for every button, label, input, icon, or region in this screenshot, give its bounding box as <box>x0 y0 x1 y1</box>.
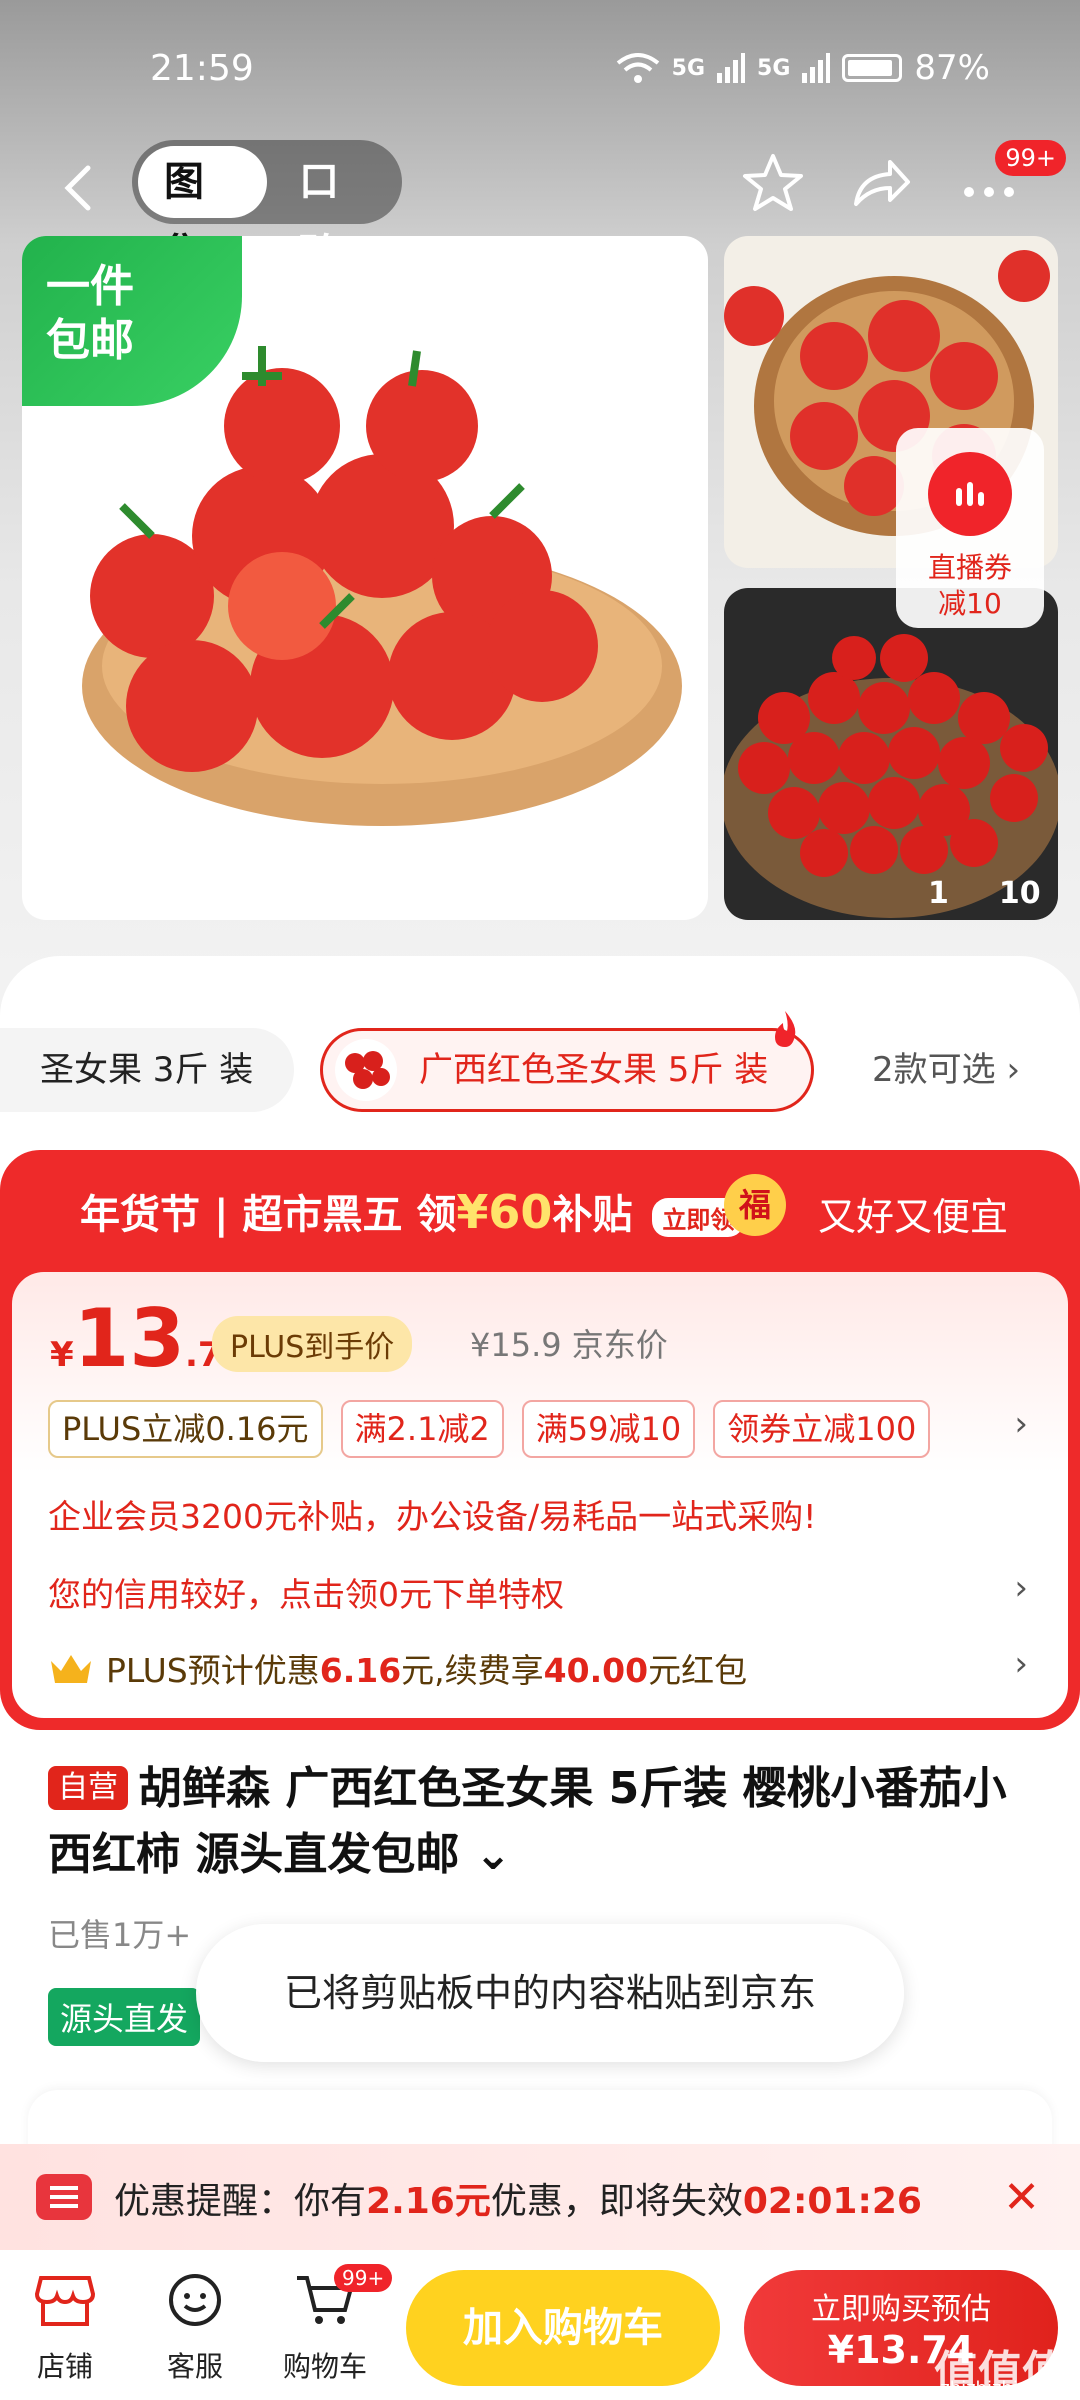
plus-note-suffix: 元红包 <box>648 1651 748 1690</box>
cart-label: 购物车 <box>282 2350 367 2383</box>
view-switch: 图集 口碑 <box>132 140 402 277</box>
customer-service-icon <box>169 2274 221 2326</box>
plus-price-tag: PLUS到手价 <box>212 1316 413 1372</box>
enterprise-note[interactable]: 企业会员3200元补贴，办公设备/易耗品一站式采购! <box>48 1490 816 1538</box>
free-shipping-line2: 包邮 <box>46 315 134 366</box>
promo-title: 年货节 | 超市黑五 领¥60补贴 立即领 <box>80 1182 745 1240</box>
reminder-middle: 优惠，即将失效 <box>490 2181 743 2222</box>
self-operated-badge: 自营 <box>48 1766 128 1810</box>
coupon-tag[interactable]: PLUS立减0.16元 <box>48 1400 323 1458</box>
signal-2-label: 5G <box>757 55 791 81</box>
status-bar: 21:59 5G 5G 87% <box>0 0 1080 140</box>
reminder-countdown: 02:01:26 <box>742 2181 922 2222</box>
plus-note-amount1: 6.16 <box>319 1651 402 1690</box>
chevron-right-icon[interactable]: › <box>1014 1404 1028 1444</box>
sold-count: 已售1万+ <box>48 1916 192 1954</box>
bottom-action-bar: 店铺 客服 99+ 购物车 加入购物车 立即购买预估 ¥13.74 <box>0 2250 1080 2400</box>
plus-note-amount2: 40.00 <box>543 1651 649 1690</box>
promo-slogan: 又好又便宜 <box>817 1195 1008 1239</box>
source-tag: 源头直发 <box>48 1988 201 2046</box>
original-price: ¥15.9 京东价 <box>470 1326 668 1364</box>
add-to-cart-button[interactable]: 加入购物车 <box>406 2270 720 2386</box>
chevron-down-icon[interactable]: ⌄ <box>459 1829 512 1880</box>
image-counter: 1 10 <box>880 876 1041 920</box>
price-integer: 13 <box>73 1292 185 1385</box>
watermark-url: zhizhizhi.com <box>940 2378 1062 2399</box>
crown-icon <box>51 1655 91 1683</box>
promo-banner: 年货节 | 超市黑五 领¥60补贴 立即领 福 又好又便宜 ¥ 13 .74 P… <box>0 1150 1080 1730</box>
chevron-right-icon: › <box>1006 1050 1021 1090</box>
promo-header[interactable]: 年货节 | 超市黑五 领¥60补贴 立即领 福 又好又便宜 <box>0 1150 1080 1270</box>
tab-gallery[interactable]: 图集 <box>138 146 267 277</box>
message-badge: 99+ <box>995 140 1066 176</box>
more-variants-label: 2款可选 <box>872 1050 996 1090</box>
top-nav: 图集 口碑 99+ <box>0 140 1080 277</box>
wifi-icon <box>616 53 659 83</box>
subsidy-suffix: 补贴 <box>552 1192 633 1238</box>
fu-lantern-icon: 福 <box>724 1174 786 1236</box>
reminder-amount: 2.16元 <box>366 2181 491 2222</box>
variant-thumbnail <box>335 1039 397 1101</box>
battery-icon <box>842 54 903 82</box>
coupon-tag[interactable]: 满2.1减2 <box>340 1400 504 1458</box>
coupon-tag[interactable]: 领券立减100 <box>713 1400 931 1458</box>
service-button[interactable]: 客服 <box>140 2270 250 2385</box>
cart-badge: 99+ <box>334 2264 393 2292</box>
festival-label: 年货节 <box>80 1192 200 1238</box>
coupon-tags[interactable]: PLUS立减0.16元 满2.1减2 满59减10 领券立减100 <box>48 1400 931 1458</box>
subsidy-prefix: 领 <box>416 1192 457 1238</box>
plus-benefit-row[interactable]: PLUS预计优惠6.16元,续费享40.00元红包 <box>48 1644 747 1692</box>
free-shipping-line1: 一件 <box>46 261 134 312</box>
variant-selected-label: 广西红色圣女果 5斤 装 <box>419 1050 769 1090</box>
more-variants-link[interactable]: 2款可选 › <box>872 1028 1020 1112</box>
discount-reminder[interactable]: 优惠提醒：你有2.16元优惠，即将失效02:01:26 ✕ <box>0 2144 1080 2250</box>
image-counter-current: 1 <box>928 876 949 911</box>
clipboard-toast: 已将剪贴板中的内容粘贴到京东 <box>196 1924 904 2062</box>
hot-flame-icon <box>775 1011 796 1047</box>
reminder-prefix: 优惠提醒：你有 <box>114 2181 367 2222</box>
thumbnail-2[interactable] <box>724 588 1058 920</box>
variant-option-selected[interactable]: 广西红色圣女果 5斤 装 <box>320 1011 814 1112</box>
variant-option[interactable]: 圣女果 3斤 装 <box>0 1028 294 1112</box>
store-button[interactable]: 店铺 <box>10 2270 120 2385</box>
tab-reviews[interactable]: 口碑 <box>273 146 402 277</box>
product-title-text: 胡鲜森 广西红色圣女果 5斤装 樱桃小番茄小西红柿 源头直发包邮 <box>48 1763 1007 1880</box>
status-time: 21:59 <box>150 48 254 89</box>
image-counter-total: 10 <box>998 876 1041 911</box>
back-arrow-icon[interactable] <box>50 158 110 218</box>
service-label: 客服 <box>166 2350 223 2383</box>
signal-bars-icon <box>802 53 831 83</box>
store-label: 店铺 <box>36 2350 93 2383</box>
live-label-line2: 减10 <box>938 587 1002 620</box>
live-label-line1: 直播券 <box>927 551 1012 584</box>
live-stream-icon <box>928 452 1012 536</box>
battery-percent: 87% <box>914 48 990 88</box>
status-icons: 5G 5G 87% <box>616 48 990 88</box>
event-label: 超市黑五 <box>242 1192 403 1238</box>
product-title: 自营 胡鲜森 广西红色圣女果 5斤装 樱桃小番茄小西红柿 源头直发包邮 ⌄ <box>48 1756 1048 1888</box>
signal-bars-icon <box>717 53 746 83</box>
reminder-text: 优惠提醒：你有2.16元优惠，即将失效02:01:26 <box>114 2172 922 2224</box>
chevron-right-icon[interactable]: › <box>1014 1568 1028 1608</box>
subsidy-amount: ¥60 <box>456 1185 553 1239</box>
share-icon[interactable] <box>848 150 914 216</box>
store-icon <box>34 2276 96 2326</box>
signal-1-label: 5G <box>671 55 706 81</box>
price-currency: ¥ <box>50 1335 74 1375</box>
close-icon[interactable]: ✕ <box>1003 2172 1040 2223</box>
live-coupon-button[interactable]: 直播券 减10 <box>896 428 1044 628</box>
price-panel: ¥ 13 .74 PLUS到手价 ¥15.9 京东价 PLUS立减0.16元 满… <box>12 1272 1068 1718</box>
variant-selector: 圣女果 3斤 装 广西红色圣女果 5斤 装 2款可选 › <box>0 1011 1080 1118</box>
plus-note-middle: 元,续费享 <box>401 1651 544 1690</box>
star-icon[interactable] <box>740 150 806 216</box>
buy-now-label: 立即购买预估 <box>811 2292 991 2327</box>
coupon-tag[interactable]: 满59减10 <box>521 1400 696 1458</box>
tomato-basket-thumbnail <box>724 634 1058 918</box>
credit-note[interactable]: 您的信用较好，点击领0元下单特权 <box>48 1568 564 1616</box>
reminder-icon <box>36 2174 92 2220</box>
cart-button[interactable]: 99+ 购物车 <box>270 2264 393 2385</box>
plus-note-prefix: PLUS预计优惠 <box>106 1651 320 1690</box>
main-product-image[interactable]: 一件 包邮 <box>22 236 708 920</box>
chevron-right-icon[interactable]: › <box>1014 1644 1028 1684</box>
